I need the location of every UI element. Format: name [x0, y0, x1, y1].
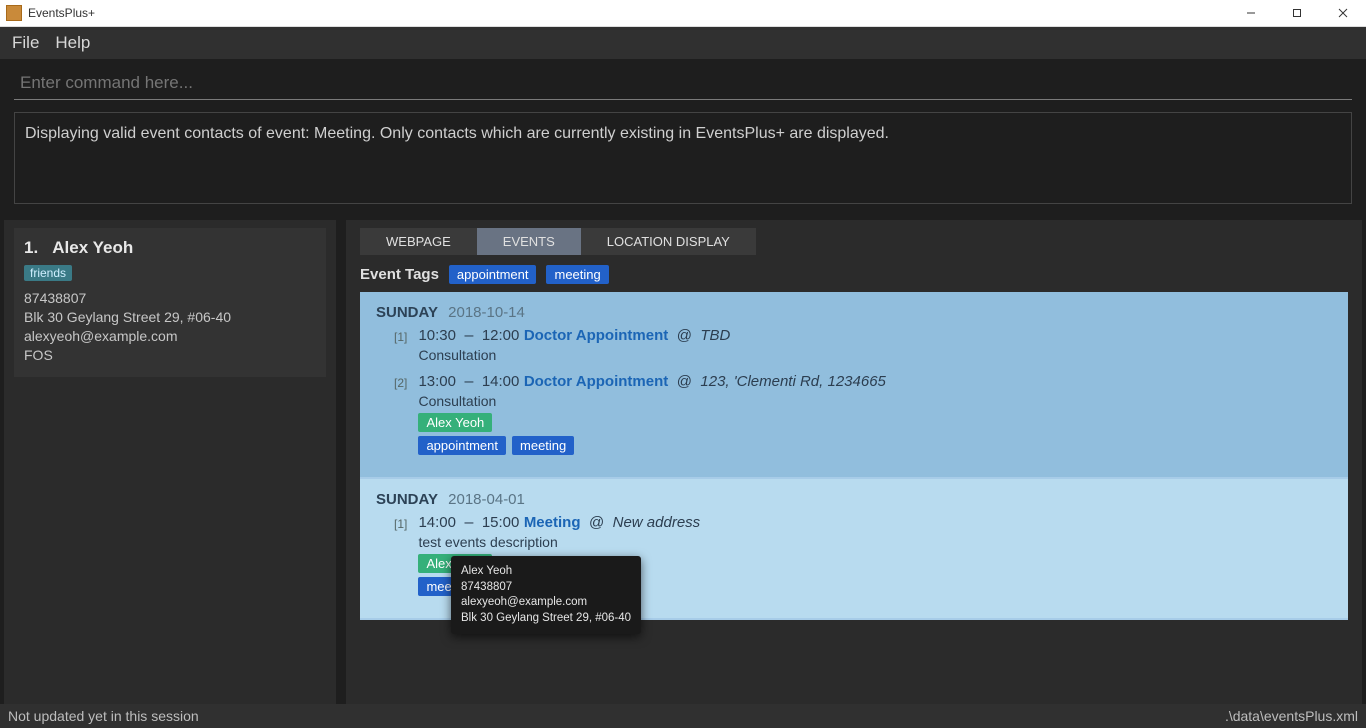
event-start: 10:30 [418, 327, 456, 344]
event-title: Doctor Appointment [524, 373, 668, 390]
event-start: 14:00 [418, 514, 456, 531]
event-row[interactable]: [1] 10:30 – 12:00 Doctor Appointment @ T… [394, 327, 1332, 363]
event-tag-chip[interactable]: appointment [449, 265, 537, 284]
event-index: [1] [394, 330, 414, 344]
event-title: Doctor Appointment [524, 327, 668, 344]
day-header: SUNDAY 2018-04-01 [376, 491, 1332, 508]
contact-address: Blk 30 Geylang Street 29, #06-40 [24, 308, 316, 327]
window-controls [1228, 0, 1366, 26]
contact-card[interactable]: 1. Alex Yeoh friends 87438807 Blk 30 Gey… [14, 228, 326, 377]
window-title: EventsPlus+ [28, 6, 1228, 20]
event-tags: appointment meeting [418, 436, 885, 455]
event-location: TBD [700, 327, 730, 344]
time-dash-icon: – [460, 373, 477, 390]
day-of-week: SUNDAY [376, 491, 438, 508]
tab-webpage[interactable]: WEBPAGE [360, 228, 477, 255]
app-icon [6, 5, 22, 21]
event-title: Meeting [524, 514, 581, 531]
tabs-bar: WEBPAGE EVENTS LOCATION DISPLAY [360, 228, 1348, 255]
event-index: [1] [394, 517, 414, 531]
contact-tag: friends [24, 265, 72, 281]
menu-file[interactable]: File [12, 33, 39, 53]
status-bar: Not updated yet in this session .\data\e… [0, 704, 1366, 728]
tooltip-email: alexyeoh@example.com [461, 595, 631, 611]
result-area: Displaying valid event contacts of event… [0, 100, 1366, 216]
menu-help[interactable]: Help [55, 33, 90, 53]
events-panel: WEBPAGE EVENTS LOCATION DISPLAY Event Ta… [346, 220, 1362, 704]
day-date: 2018-10-14 [448, 304, 525, 321]
at-icon: @ [673, 327, 696, 344]
day-date: 2018-04-01 [448, 491, 525, 508]
time-dash-icon: – [460, 514, 477, 531]
status-right: .\data\eventsPlus.xml [1225, 708, 1358, 724]
app-frame: File Help Displaying valid event contact… [0, 27, 1366, 728]
window-titlebar: EventsPlus+ [0, 0, 1366, 27]
day-group: SUNDAY 2018-10-14 [1] 10:30 – 12:00 Doct… [360, 292, 1348, 479]
event-people: Alex Yeoh [418, 413, 885, 432]
maximize-button[interactable] [1274, 0, 1320, 26]
contact-faculty: FOS [24, 346, 316, 365]
event-end: 12:00 [482, 327, 520, 344]
status-left: Not updated yet in this session [8, 708, 199, 724]
event-tag-chip[interactable]: meeting [546, 265, 608, 284]
tooltip-address: Blk 30 Geylang Street 29, #06-40 [461, 611, 631, 627]
contact-tooltip: Alex Yeoh 87438807 alexyeoh@example.com … [451, 556, 641, 634]
event-description: Consultation [418, 347, 730, 363]
contact-name: Alex Yeoh [52, 238, 133, 257]
event-description: test events description [418, 534, 700, 550]
command-area [0, 59, 1366, 100]
contact-email: alexyeoh@example.com [24, 327, 316, 346]
tab-events[interactable]: EVENTS [477, 228, 581, 255]
contact-phone: 87438807 [24, 289, 316, 308]
result-message: Displaying valid event contacts of event… [14, 112, 1352, 204]
command-input[interactable] [14, 67, 1352, 100]
event-tag-chip[interactable]: meeting [512, 436, 574, 455]
event-tags-row: Event Tags appointment meeting [360, 261, 1348, 292]
event-tags-label: Event Tags [360, 266, 439, 283]
contacts-panel: 1. Alex Yeoh friends 87438807 Blk 30 Gey… [4, 220, 336, 704]
tooltip-name: Alex Yeoh [461, 564, 631, 580]
menubar: File Help [0, 27, 1366, 59]
event-row[interactable]: [2] 13:00 – 14:00 Doctor Appointment @ 1… [394, 373, 1332, 455]
at-icon: @ [585, 514, 608, 531]
at-icon: @ [673, 373, 696, 390]
event-person-chip[interactable]: Alex Yeoh [418, 413, 492, 432]
event-location: New address [613, 514, 701, 531]
event-index: [2] [394, 376, 414, 390]
main-content: 1. Alex Yeoh friends 87438807 Blk 30 Gey… [0, 216, 1366, 704]
event-location: 123, 'Clementi Rd, 1234665 [700, 373, 886, 390]
time-dash-icon: – [460, 327, 477, 344]
tab-location-display[interactable]: LOCATION DISPLAY [581, 228, 756, 255]
event-end: 15:00 [482, 514, 520, 531]
close-button[interactable] [1320, 0, 1366, 26]
contact-index: 1. [24, 238, 38, 257]
day-of-week: SUNDAY [376, 304, 438, 321]
event-end: 14:00 [482, 373, 520, 390]
contact-header: 1. Alex Yeoh [24, 238, 316, 258]
tooltip-phone: 87438807 [461, 580, 631, 596]
event-description: Consultation [418, 393, 885, 409]
day-header: SUNDAY 2018-10-14 [376, 304, 1332, 321]
minimize-button[interactable] [1228, 0, 1274, 26]
event-tag-chip[interactable]: appointment [418, 436, 506, 455]
event-start: 13:00 [418, 373, 456, 390]
